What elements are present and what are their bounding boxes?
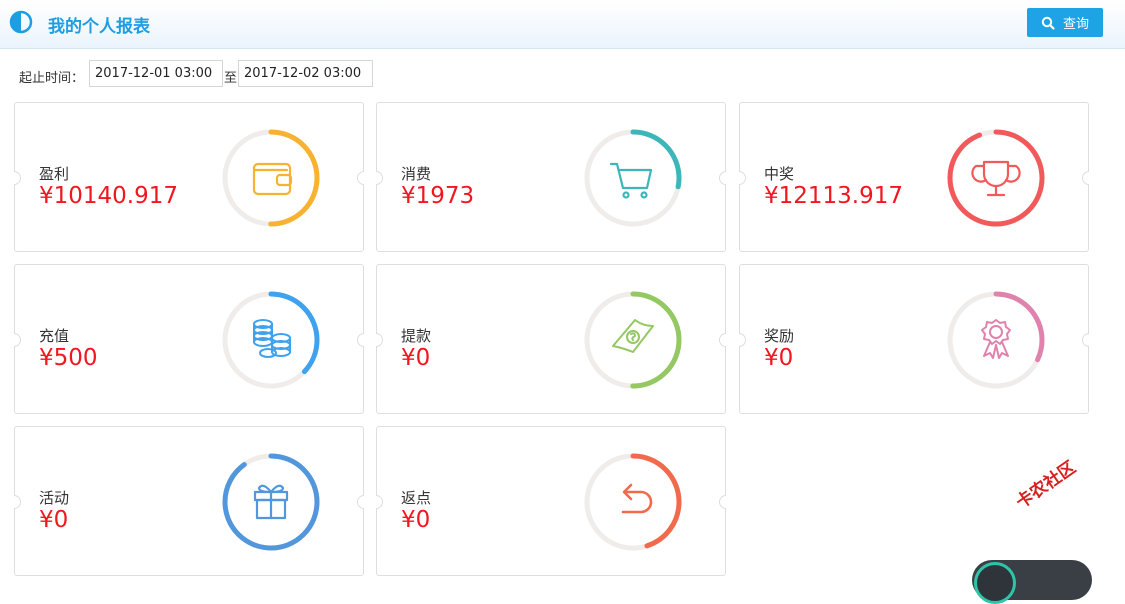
report-card-deposit[interactable]: 充值 ¥500	[14, 264, 364, 414]
trophy-icon	[971, 160, 1021, 197]
progress-ring	[584, 453, 682, 551]
card-label: 消费	[401, 165, 432, 183]
half-circle-icon	[9, 10, 33, 34]
card-label: 活动	[39, 489, 70, 507]
card-label: 返点	[401, 489, 432, 507]
report-card-profit[interactable]: 盈利 ¥10140.917	[14, 102, 364, 252]
progress-ring	[947, 291, 1045, 389]
watermark: 卡农社区	[1012, 457, 1080, 513]
progress-ring	[947, 129, 1045, 227]
progress-ring	[584, 291, 682, 389]
card-amount: ¥0	[401, 345, 431, 371]
card-label: 盈利	[39, 165, 70, 183]
card-label: 中奖	[764, 165, 795, 183]
floating-widget[interactable]	[972, 560, 1092, 604]
progress-ring	[584, 129, 682, 227]
award-ribbon-icon	[981, 319, 1011, 359]
end-date-input[interactable]	[238, 60, 373, 87]
date-range-label: 起止时间：	[19, 71, 85, 86]
card-amount: ¥10140.917	[39, 183, 179, 209]
start-date-input[interactable]	[89, 60, 223, 87]
query-button-label: 查询	[1062, 17, 1089, 32]
page-title: 我的个人报表	[48, 17, 150, 37]
card-amount: ¥12113.917	[764, 183, 904, 209]
card-label: 提款	[401, 327, 432, 345]
money-bill-icon	[612, 319, 654, 353]
card-label: 充值	[39, 327, 70, 345]
date-separator: 至	[224, 71, 238, 86]
return-arrow-icon	[621, 483, 653, 514]
progress-ring	[222, 291, 320, 389]
coins-icon	[253, 319, 291, 358]
search-icon	[1041, 16, 1055, 30]
card-amount: ¥0	[39, 507, 69, 533]
query-button[interactable]: 查询	[1027, 8, 1103, 37]
report-card-activity[interactable]: 活动 ¥0	[14, 426, 364, 576]
card-label: 奖励	[764, 327, 795, 345]
report-card-winnings[interactable]: 中奖 ¥12113.917	[739, 102, 1089, 252]
card-amount: ¥0	[401, 507, 431, 533]
report-card-rebate[interactable]: 返点 ¥0	[376, 426, 726, 576]
shopping-cart-icon	[609, 162, 653, 199]
page-header: 我的个人报表 查询	[0, 0, 1125, 49]
card-amount: ¥1973	[401, 183, 475, 209]
card-amount: ¥0	[764, 345, 794, 371]
card-amount: ¥500	[39, 345, 98, 371]
progress-ring	[222, 129, 320, 227]
report-card-spending[interactable]: 消费 ¥1973	[376, 102, 726, 252]
gift-icon	[253, 484, 289, 520]
progress-ring	[222, 453, 320, 551]
gauge-icon	[974, 562, 1016, 604]
report-card-bonus[interactable]: 奖励 ¥0	[739, 264, 1089, 414]
wallet-icon	[252, 162, 293, 196]
report-card-withdrawal[interactable]: 提款 ¥0	[376, 264, 726, 414]
